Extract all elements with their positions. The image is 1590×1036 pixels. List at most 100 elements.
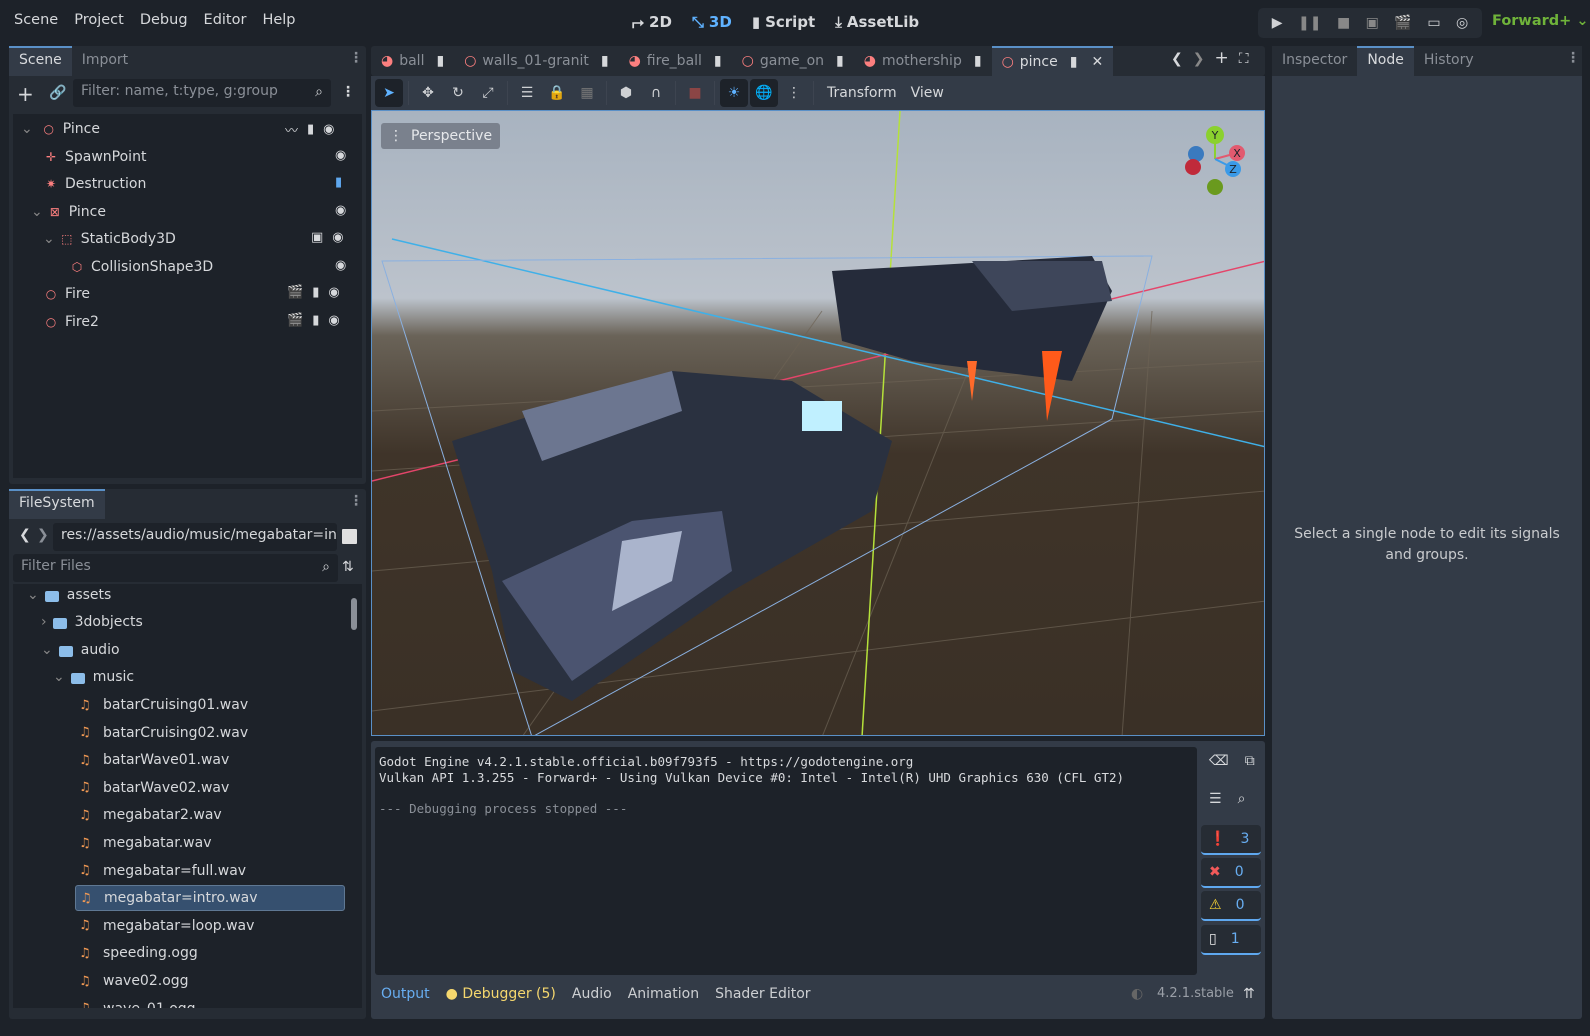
scene-filter-menu-icon[interactable]: ⋮ bbox=[341, 84, 355, 100]
tab-animation[interactable]: Animation bbox=[628, 986, 699, 1002]
script-icon[interactable]: ▮ bbox=[307, 122, 314, 137]
scene-tab[interactable]: ◕ fire_ball ▮ bbox=[619, 46, 732, 76]
distraction-free-icon[interactable]: ⛶ bbox=[1239, 51, 1249, 71]
menu-debug[interactable]: Debug bbox=[140, 12, 188, 28]
workspace-3d[interactable]: ⤡ 3D bbox=[692, 13, 732, 31]
tab-shader-editor[interactable]: Shader Editor bbox=[715, 986, 810, 1002]
file-item[interactable]: ♫ batarWave02.wav bbox=[75, 775, 229, 801]
filter-errors[interactable]: ✖ 0 bbox=[1201, 858, 1261, 888]
version-label[interactable]: 4.2.1.stable bbox=[1157, 986, 1234, 1001]
file-item[interactable]: ♫ megabatar2.wav bbox=[75, 802, 222, 828]
add-node-icon[interactable]: + bbox=[17, 82, 34, 106]
file-item[interactable]: ♫ megabatar=intro.wav bbox=[75, 885, 345, 912]
lock-icon[interactable]: 🔒 bbox=[543, 79, 571, 107]
toggle-split-icon[interactable] bbox=[342, 529, 357, 544]
tree-node[interactable]: ⌄ ⬚ StaticBody3D bbox=[43, 226, 176, 252]
script-icon[interactable]: ▮ bbox=[312, 313, 319, 328]
script-icon[interactable]: ▮ bbox=[714, 53, 722, 69]
file-item[interactable]: ♫ megabatar.wav bbox=[75, 830, 212, 856]
menu-help[interactable]: Help bbox=[262, 12, 295, 28]
script-icon[interactable]: ▮ bbox=[312, 285, 319, 300]
close-tab-icon[interactable]: ✕ bbox=[1091, 54, 1103, 70]
path-field[interactable]: res://assets/audio/music/megabatar=intr bbox=[53, 523, 337, 551]
tab-inspector[interactable]: Inspector bbox=[1272, 46, 1357, 76]
menu-scene[interactable]: Scene bbox=[14, 12, 58, 28]
sort-icon[interactable]: ⇅ bbox=[342, 559, 354, 575]
tab-audio[interactable]: Audio bbox=[572, 986, 612, 1002]
local-space-icon[interactable]: ⬢ bbox=[612, 79, 640, 107]
output-log[interactable]: Godot Engine v4.2.1.stable.official.b09f… bbox=[375, 747, 1197, 975]
tab-debugger[interactable]: ● Debugger (5) bbox=[446, 986, 556, 1002]
play-custom-scene-icon[interactable]: ▭ bbox=[1427, 15, 1440, 31]
view-gizmo[interactable]: Y X Z bbox=[1180, 123, 1250, 203]
tree-node[interactable]: ✷ Destruction bbox=[43, 171, 146, 197]
scroll-tabs-right-icon[interactable]: ❯ bbox=[1193, 51, 1205, 71]
add-tab-icon[interactable]: + bbox=[1214, 48, 1228, 68]
menu-editor[interactable]: Editor bbox=[204, 12, 247, 28]
tree-node[interactable]: ✛ SpawnPoint bbox=[43, 144, 146, 170]
collapse-icon[interactable]: ☰ bbox=[1209, 791, 1222, 807]
search-icon[interactable]: ⌕ bbox=[1238, 791, 1246, 807]
tree-node[interactable]: ⌄ ⊠ Pince bbox=[31, 199, 106, 225]
select-tool-icon[interactable]: ➤ bbox=[375, 79, 403, 107]
more-options-icon[interactable]: ⋮ bbox=[780, 79, 808, 107]
environment-preview-icon[interactable]: 🌐 bbox=[750, 79, 778, 107]
dock-menu-icon[interactable]: ⋮ bbox=[349, 50, 363, 66]
visibility-icon[interactable]: ◉ bbox=[335, 148, 346, 163]
tab-scene[interactable]: Scene bbox=[9, 46, 72, 76]
3d-viewport[interactable]: ⋮ Perspective Y X Z bbox=[371, 110, 1265, 736]
visibility-icon[interactable]: ◉ bbox=[328, 285, 339, 300]
forward-icon[interactable]: ❯ bbox=[37, 527, 49, 543]
snap-icon[interactable]: ∩ bbox=[642, 79, 670, 107]
pause-icon[interactable]: ❚❚ bbox=[1298, 15, 1321, 31]
workspace-script[interactable]: ▮ Script bbox=[752, 13, 815, 31]
file-item[interactable]: ♫ batarCruising01.wav bbox=[75, 692, 248, 718]
copy-icon[interactable]: ⧉ bbox=[1245, 753, 1255, 769]
move-tool-icon[interactable]: ✥ bbox=[414, 79, 442, 107]
folder-item[interactable]: ⌄ audio bbox=[41, 637, 120, 663]
camera-preview-icon[interactable]: ■ bbox=[681, 79, 709, 107]
script-icon[interactable]: ▮ bbox=[974, 53, 982, 69]
tab-import[interactable]: Import bbox=[72, 46, 138, 76]
signal-icon[interactable]: 〰 bbox=[285, 120, 298, 139]
filter-warnings[interactable]: ⚠ 0 bbox=[1201, 891, 1261, 921]
scene-tab[interactable]: ○ game_on ▮ bbox=[732, 46, 854, 76]
play-icon[interactable]: ▶ bbox=[1272, 15, 1283, 31]
perspective-menu[interactable]: ⋮ Perspective bbox=[381, 123, 501, 149]
renderer-select[interactable]: Forward+ ⌄ bbox=[1492, 13, 1589, 29]
script-icon[interactable]: ▮ bbox=[836, 53, 844, 69]
scrollbar[interactable] bbox=[351, 598, 357, 630]
file-item[interactable]: ♫ speeding.ogg bbox=[75, 940, 198, 966]
file-item[interactable]: ♫ batarWave01.wav bbox=[75, 747, 229, 773]
scene-tab[interactable]: ○ walls_01-granit ▮ bbox=[454, 46, 618, 76]
visibility-icon[interactable]: ◉ bbox=[323, 122, 334, 137]
rotate-tool-icon[interactable]: ↻ bbox=[444, 79, 472, 107]
instance-icon[interactable]: 🎬 bbox=[287, 313, 303, 328]
scene-tab[interactable]: ○ pince ▮ ✕ bbox=[991, 46, 1114, 76]
dock-menu-icon[interactable]: ⋮ bbox=[1566, 50, 1580, 66]
link-icon[interactable]: 🔗 bbox=[49, 85, 66, 101]
file-item[interactable]: ♫ wave02.ogg bbox=[75, 968, 189, 994]
script-icon[interactable]: ▮ bbox=[436, 53, 444, 69]
instance-icon[interactable]: 🎬 bbox=[287, 285, 303, 300]
tab-output[interactable]: Output bbox=[381, 986, 430, 1002]
play-scene-icon[interactable]: 🎬 bbox=[1394, 15, 1411, 31]
expand-panel-icon[interactable]: ⇈ bbox=[1243, 986, 1255, 1002]
file-item[interactable]: ♫wave_01.ogg bbox=[75, 996, 196, 1008]
scale-tool-icon[interactable]: ⤢ bbox=[474, 79, 502, 107]
view-menu[interactable]: View bbox=[907, 85, 948, 101]
tab-filesystem[interactable]: FileSystem bbox=[9, 489, 105, 519]
visibility-icon[interactable]: ◉ bbox=[328, 313, 339, 328]
file-item[interactable]: ♫ batarCruising02.wav bbox=[75, 720, 248, 746]
filter-files-input[interactable]: Filter Files ⌕ bbox=[13, 554, 338, 582]
tree-node[interactable]: ○ Fire2 bbox=[43, 309, 99, 335]
back-icon[interactable]: ❮ bbox=[19, 527, 31, 543]
script-blue-icon[interactable]: ▮ bbox=[335, 175, 342, 190]
remote-debug-icon[interactable]: ▣ bbox=[1366, 15, 1379, 31]
scroll-tabs-left-icon[interactable]: ❮ bbox=[1171, 51, 1183, 71]
filter-messages[interactable]: ❗ 3 bbox=[1201, 825, 1261, 855]
scene-tab[interactable]: ◕ mothership ▮ bbox=[854, 46, 992, 76]
workspace-2d[interactable]: ⮣ 2D bbox=[632, 13, 672, 31]
clear-output-icon[interactable]: ⌫ bbox=[1209, 753, 1229, 769]
tree-node[interactable]: ⬡ CollisionShape3D bbox=[69, 254, 213, 280]
